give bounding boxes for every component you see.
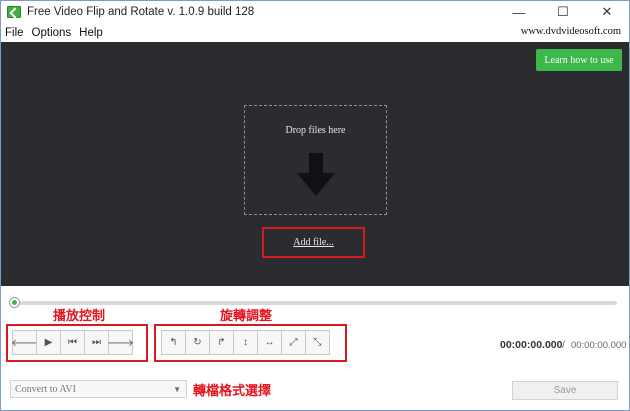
website-link[interactable]: www.dvdvideosoft.com xyxy=(521,26,621,37)
flip-vertical-icon[interactable]: ↕ xyxy=(233,330,258,355)
transpose-icon[interactable]: ⤢ xyxy=(281,330,306,355)
maximize-button[interactable]: ☐ xyxy=(541,1,585,23)
close-button[interactable]: ✕ xyxy=(585,1,629,23)
arrow-left-icon[interactable]: 🡐 xyxy=(11,330,38,355)
time-separator: / xyxy=(562,339,565,351)
format-annotation: 轉檔格式選擇 xyxy=(193,384,272,399)
play-icon[interactable]: ▶ xyxy=(36,330,61,355)
rotate-annotation: 旋轉調整 xyxy=(220,309,273,324)
rotate-left-icon[interactable]: ↰ xyxy=(161,330,186,355)
skip-end-icon[interactable]: ⏭ xyxy=(84,330,109,355)
current-time: 00:00:00.000 xyxy=(500,339,563,351)
window-title: Free Video Flip and Rotate v. 1.0.9 buil… xyxy=(27,6,255,18)
playback-annotation: 播放控制 xyxy=(53,309,106,324)
app-window: Free Video Flip and Rotate v. 1.0.9 buil… xyxy=(0,0,630,411)
down-arrow-icon xyxy=(297,153,335,196)
transverse-icon[interactable]: ⤡ xyxy=(305,330,330,355)
menu-help[interactable]: Help xyxy=(79,27,103,39)
skip-start-icon[interactable]: ⏮ xyxy=(60,330,85,355)
minimize-button[interactable]: — xyxy=(497,1,541,23)
title-bar: Free Video Flip and Rotate v. 1.0.9 buil… xyxy=(1,1,629,23)
learn-how-button[interactable]: Learn how to use xyxy=(536,49,622,71)
convert-format-select[interactable]: Convert to AVI ▼ xyxy=(10,380,187,398)
menu-bar: File Options Help www.dvdvideosoft.com xyxy=(1,23,629,42)
menu-options[interactable]: Options xyxy=(32,27,72,39)
save-button[interactable]: Save xyxy=(512,381,618,400)
drop-hint: Drop files here xyxy=(285,125,346,136)
rotate-180-icon[interactable]: ↻ xyxy=(185,330,210,355)
preview-area: Learn how to use Drop files here Add fil… xyxy=(1,42,629,286)
arrow-right-icon[interactable]: 🡒 xyxy=(107,330,134,355)
seek-handle[interactable] xyxy=(9,297,20,308)
add-file-link[interactable]: Add file... xyxy=(262,227,365,258)
total-time: 00:00:00.000 xyxy=(571,340,627,351)
rotate-controls: ↰ ↻ ↱ ↕ ↔ ⤢ ⤡ xyxy=(161,330,330,355)
app-logo-icon xyxy=(7,6,21,18)
window-controls: — ☐ ✕ xyxy=(497,1,629,23)
convert-format-value: Convert to AVI xyxy=(15,383,76,395)
rotate-right-icon[interactable]: ↱ xyxy=(209,330,234,355)
drop-zone[interactable]: Drop files here xyxy=(244,105,387,215)
control-panel: 播放控制 旋轉調整 🡐 ▶ ⏮ ⏭ 🡒 ↰ ↻ ↱ ↕ ↔ ⤢ ⤡ 00:00:… xyxy=(1,286,629,410)
menu-file[interactable]: File xyxy=(5,27,24,39)
flip-horizontal-icon[interactable]: ↔ xyxy=(257,330,282,355)
playback-controls: 🡐 ▶ ⏮ ⏭ 🡒 xyxy=(11,330,134,355)
chevron-down-icon: ▼ xyxy=(173,385,181,394)
